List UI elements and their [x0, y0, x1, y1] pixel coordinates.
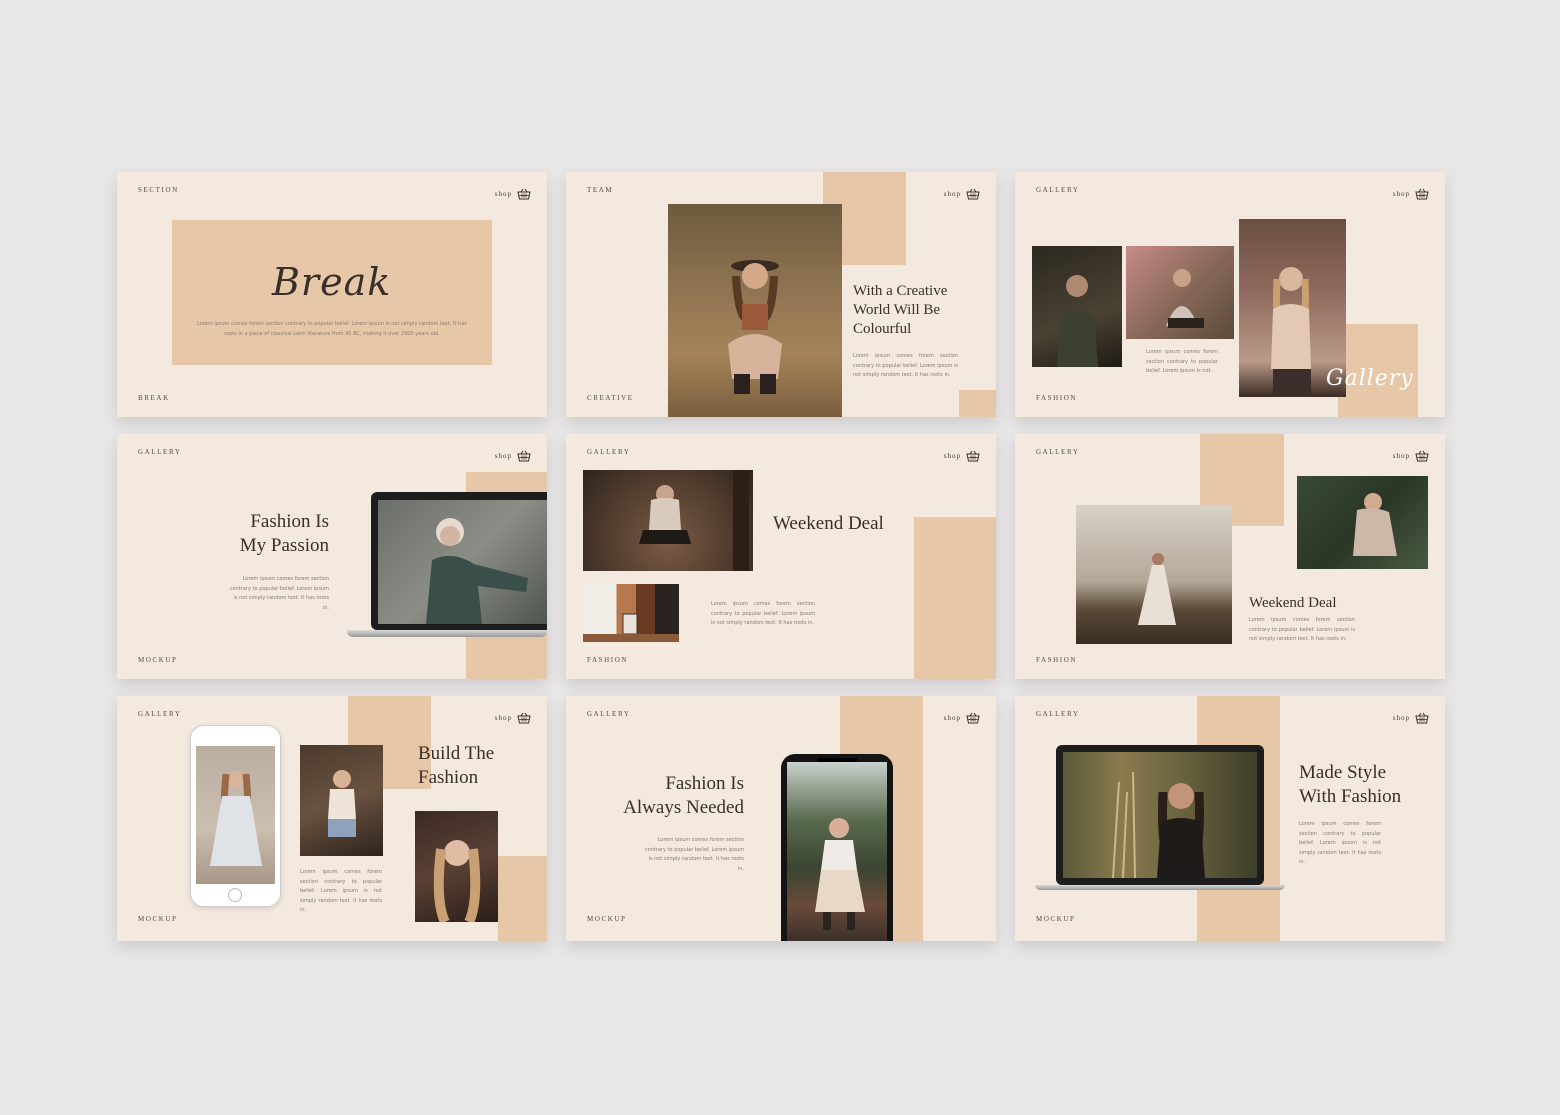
shop-link[interactable]: shop	[1393, 711, 1429, 725]
shop-label: shop	[943, 190, 961, 198]
top-label: SECTION	[138, 186, 179, 194]
photo-leaves	[583, 470, 753, 571]
bottom-label: MOCKUP	[138, 915, 178, 923]
basket-icon	[1415, 450, 1429, 462]
top-label: GALLERY	[1036, 448, 1080, 456]
basket-icon	[517, 450, 531, 462]
basket-icon	[966, 450, 980, 462]
shop-label: shop	[943, 452, 961, 460]
shop-link[interactable]: shop	[944, 449, 980, 463]
bottom-label: FASHION	[1036, 394, 1078, 402]
shop-label: shop	[494, 714, 512, 722]
shop-label: shop	[494, 190, 512, 198]
slide-weekend-deal-a[interactable]: GALLERY shop Weekend Deal Lorem ipsum co…	[566, 434, 996, 679]
body-text: Lorem ipsum comes forem section contrary…	[644, 837, 744, 872]
accent-block	[914, 517, 996, 679]
shop-label: shop	[1392, 452, 1410, 460]
shop-label: shop	[1392, 714, 1410, 722]
shop-link[interactable]: shop	[1393, 187, 1429, 201]
laptop-base	[1035, 885, 1285, 890]
photo-denim-shorts	[300, 745, 383, 856]
photo-dark-jacket	[1032, 246, 1122, 367]
bottom-label: MOCKUP	[138, 656, 178, 664]
bottom-label: MOCKUP	[587, 915, 627, 923]
photo-sitting-bridge	[1126, 246, 1234, 339]
top-label: GALLERY	[587, 448, 631, 456]
photo-figure	[728, 260, 782, 394]
heading: Made Style With Fashion	[1299, 762, 1402, 807]
slide-build-fashion[interactable]: GALLERY shop Build The Fashion Lorem ips…	[117, 696, 547, 941]
shop-link[interactable]: shop	[495, 711, 531, 725]
basket-icon	[966, 712, 980, 724]
bottom-label: CREATIVE	[587, 394, 634, 402]
phone-mockup-white	[190, 725, 281, 907]
slide-fashion-always[interactable]: GALLERY shop Fashion Is Always Needed Lo…	[566, 696, 996, 941]
body-text: Lorem ipsum comes forem section contrary…	[853, 353, 958, 378]
bottom-label: FASHION	[587, 656, 629, 664]
shop-link[interactable]: shop	[495, 187, 531, 201]
phone-mockup-black	[781, 754, 893, 941]
basket-icon	[966, 188, 980, 200]
heading: Fashion Is Always Needed	[623, 773, 744, 818]
accent-block-small	[498, 856, 547, 941]
basket-icon	[1415, 188, 1429, 200]
top-label: TEAM	[587, 186, 614, 194]
heading: Weekend Deal	[1249, 595, 1337, 611]
body-text: Lorem ipsum comes forem section contrary…	[711, 601, 815, 626]
top-label: GALLERY	[587, 710, 631, 718]
slide-gallery[interactable]: GALLERY shop Gallery Lorem ipsum comes f…	[1015, 172, 1445, 417]
basket-icon	[517, 188, 531, 200]
bottom-label: MOCKUP	[1036, 915, 1076, 923]
body-text: Lorem ipsum comes forem section contrary…	[1249, 617, 1355, 642]
body-text: Lorem ipsum comes forem section contrary…	[197, 321, 467, 337]
bottom-label: FASHION	[1036, 656, 1078, 664]
script-title: Break	[272, 260, 392, 304]
shop-link[interactable]: shop	[495, 449, 531, 463]
slide-fashion-passion[interactable]: GALLERY shop Fashion Is My Passion Lorem…	[117, 434, 547, 679]
slide-weekend-deal-b[interactable]: GALLERY shop Weekend Deal Lorem ipsum co…	[1015, 434, 1445, 679]
shop-link[interactable]: shop	[944, 187, 980, 201]
photo-blonde-sunglasses	[415, 811, 498, 922]
laptop-mockup	[371, 492, 547, 630]
shop-link[interactable]: shop	[1393, 449, 1429, 463]
top-label: GALLERY	[138, 448, 182, 456]
shop-link[interactable]: shop	[944, 711, 980, 725]
body-text: Lorem ipsum comes forem section contrary…	[300, 869, 382, 913]
photo-woman-hat	[668, 204, 842, 417]
laptop-mockup	[1056, 745, 1264, 885]
photo-closet	[583, 584, 679, 642]
accent-block-small	[959, 390, 996, 417]
bottom-label: BREAK	[138, 394, 170, 402]
slide-made-style[interactable]: GALLERY shop Made Style With Fashion Lor…	[1015, 696, 1445, 941]
heading: Weekend Deal	[773, 513, 884, 534]
heading: Fashion Is My Passion	[239, 511, 329, 556]
basket-icon	[1415, 712, 1429, 724]
photo-blonde-jacket	[378, 500, 547, 624]
script-title: Gallery	[1326, 366, 1414, 391]
laptop-base	[347, 630, 547, 637]
basket-icon	[517, 712, 531, 724]
slide-team[interactable]: TEAM shop With a Creative World Will Be …	[566, 172, 996, 417]
photo-field-dress	[1076, 505, 1232, 644]
photo-tall-grass	[1063, 752, 1257, 878]
shop-label: shop	[494, 452, 512, 460]
shop-label: shop	[1392, 190, 1410, 198]
shop-label: shop	[943, 714, 961, 722]
top-label: GALLERY	[1036, 186, 1080, 194]
top-label: GALLERY	[1036, 710, 1080, 718]
heading: With a Creative World Will Be Colourful	[853, 283, 948, 337]
slide-break[interactable]: SECTION shop Break Lorem ipsum comes for…	[117, 172, 547, 417]
photo-ivy-sitting	[1297, 476, 1428, 569]
heading: Build The Fashion	[418, 743, 495, 788]
body-text: Lorem ipsum comes forem section contrary…	[1299, 821, 1381, 865]
body-text: Lorem ipsum comes forem section contrary…	[229, 576, 329, 611]
photo-fountain-sitting	[787, 762, 887, 941]
home-button	[228, 888, 242, 902]
body-text: Lorem ipsum comes forem section contrary…	[1146, 349, 1218, 374]
top-label: GALLERY	[138, 710, 182, 718]
photo-sequin-dress	[196, 746, 275, 884]
